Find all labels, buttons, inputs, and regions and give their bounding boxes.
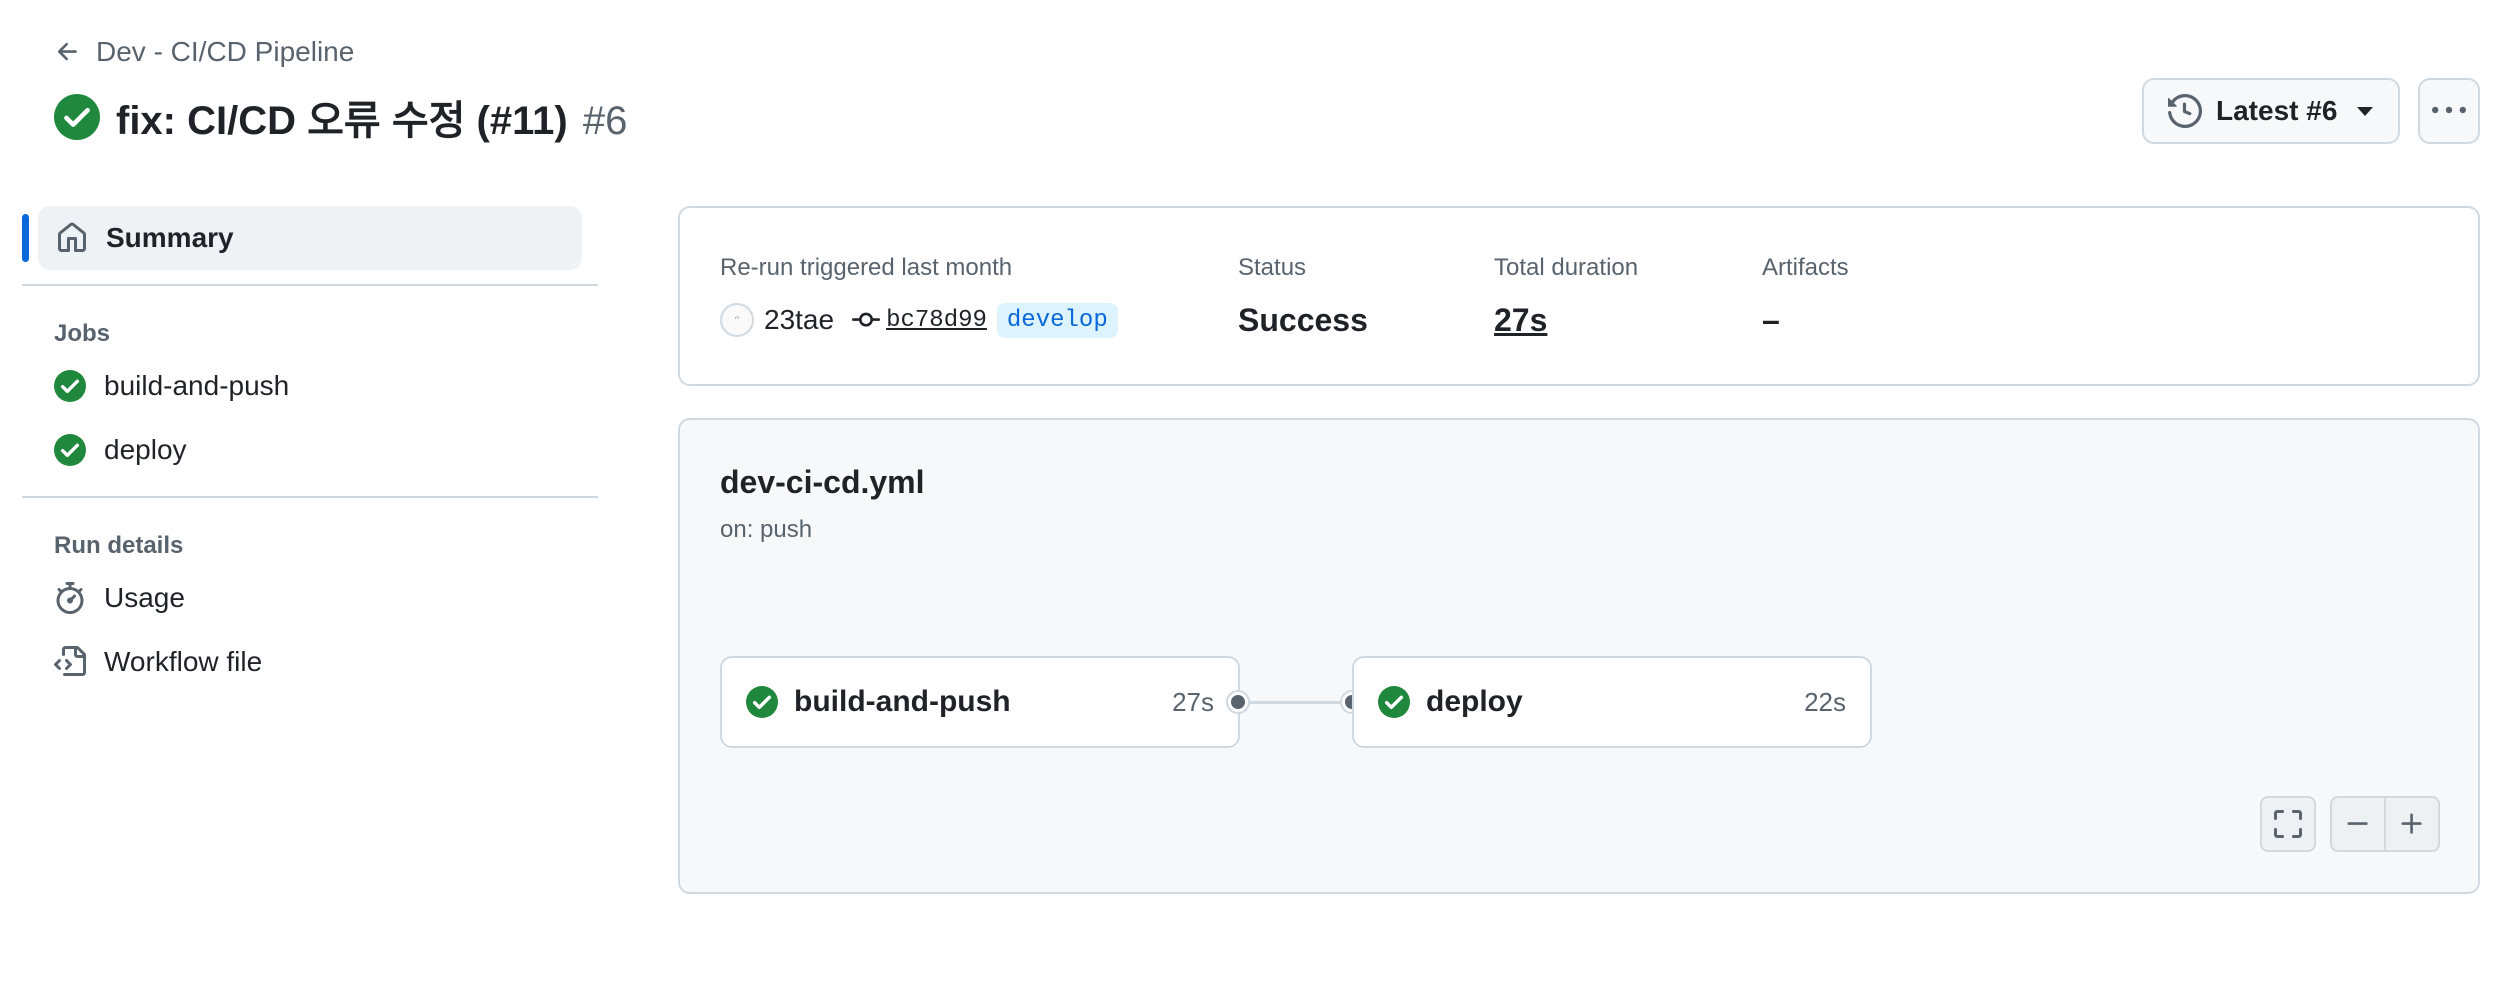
sidebar-item-label: deploy <box>104 434 187 465</box>
back-link-label: Dev - CI/CD Pipeline <box>96 36 355 67</box>
sidebar-item-label: Summary <box>106 222 234 253</box>
artifacts-label: Artifacts <box>1762 254 1849 281</box>
kebab-horizontal-icon <box>2432 106 2466 114</box>
sidebar-item-usage[interactable]: Usage <box>22 566 598 630</box>
sidebar-item-workflow-file[interactable]: Workflow file <box>22 630 598 694</box>
duration-value[interactable]: 27s <box>1494 300 1638 340</box>
zoom-out-button[interactable] <box>2332 798 2384 850</box>
job-duration: 22s <box>1804 686 1846 717</box>
run-details-heading: Run details <box>54 532 184 559</box>
job-node-build-and-push[interactable]: build-and-push 27s <box>720 656 1240 748</box>
caret-down-icon <box>2357 106 2374 116</box>
workflow-trigger: on: push <box>720 516 813 543</box>
artifacts-info: Artifacts – <box>1762 254 1849 340</box>
job-name: deploy <box>1426 685 1523 718</box>
connector-dot-out <box>1228 692 1248 712</box>
zoom-in-button[interactable] <box>2384 798 2438 850</box>
sidebar-item-label: Workflow file <box>104 646 263 677</box>
minus-icon <box>2347 822 2368 825</box>
success-check-icon <box>1378 686 1410 718</box>
fullscreen-icon <box>2274 810 2302 838</box>
status-info: Status Success <box>1238 254 1368 340</box>
avatar[interactable]: ᵔ <box>720 303 754 337</box>
job-duration: 27s <box>1172 686 1214 717</box>
sidebar-item-summary[interactable]: Summary <box>22 206 582 270</box>
duration-info: Total duration 27s <box>1494 254 1638 340</box>
fullscreen-button[interactable] <box>2260 796 2316 852</box>
stopwatch-icon <box>56 582 84 614</box>
sidebar-item-label: Usage <box>104 582 185 613</box>
run-number: #6 <box>582 99 628 143</box>
success-check-icon <box>746 686 778 718</box>
history-icon <box>2168 94 2202 128</box>
run-summary-card: Re-run triggered last month ᵔ 23tae bc78… <box>678 206 2480 386</box>
more-options-button[interactable] <box>2418 78 2480 144</box>
divider <box>22 496 598 498</box>
run-title: fix: CI/CD 오류 수정 (#11) <box>116 99 568 143</box>
plus-icon <box>2401 813 2422 834</box>
divider <box>22 284 598 286</box>
actor-name[interactable]: 23tae <box>764 304 834 336</box>
zoom-controls <box>2330 796 2440 852</box>
latest-attempt-dropdown[interactable]: Latest #6 <box>2142 78 2400 144</box>
trigger-info: Re-run triggered last month ᵔ 23tae bc78… <box>720 254 1118 340</box>
page-title-row: fix: CI/CD 오류 수정 (#11) #6 <box>54 88 627 146</box>
back-link[interactable]: Dev - CI/CD Pipeline <box>54 36 354 68</box>
success-check-icon <box>54 434 86 466</box>
workflow-file-name: dev-ci-cd.yml <box>720 464 925 500</box>
success-check-icon <box>54 370 86 402</box>
commit-link[interactable]: bc78d99 <box>852 306 987 334</box>
status-label: Status <box>1238 254 1307 281</box>
jobs-heading: Jobs <box>54 320 111 347</box>
artifacts-value: – <box>1762 301 1780 338</box>
sidebar-item-deploy[interactable]: deploy <box>22 418 598 482</box>
job-node-deploy[interactable]: deploy 22s <box>1352 656 1872 748</box>
success-check-icon <box>54 94 100 140</box>
status-value: Success <box>1238 301 1368 338</box>
workflow-graph-card: dev-ci-cd.yml on: push build-and-push 27… <box>678 418 2480 894</box>
job-connector <box>1240 701 1352 704</box>
job-name: build-and-push <box>794 685 1011 718</box>
branch-badge[interactable]: develop <box>996 302 1118 338</box>
arrow-left-icon <box>57 42 77 61</box>
commit-sha: bc78d99 <box>886 306 987 334</box>
trigger-label: Re-run triggered last month <box>720 254 1013 281</box>
sidebar: Summary Jobs build-and-push deploy Run d… <box>22 206 598 694</box>
sidebar-item-build-and-push[interactable]: build-and-push <box>22 354 598 418</box>
latest-label: Latest #6 <box>2216 95 2338 126</box>
page-title: fix: CI/CD 오류 수정 (#11) #6 <box>116 88 627 146</box>
home-icon <box>58 222 86 252</box>
duration-label: Total duration <box>1494 254 1639 281</box>
file-code-icon <box>54 646 86 676</box>
sidebar-item-label: build-and-push <box>104 370 290 401</box>
git-commit-icon <box>852 312 881 327</box>
